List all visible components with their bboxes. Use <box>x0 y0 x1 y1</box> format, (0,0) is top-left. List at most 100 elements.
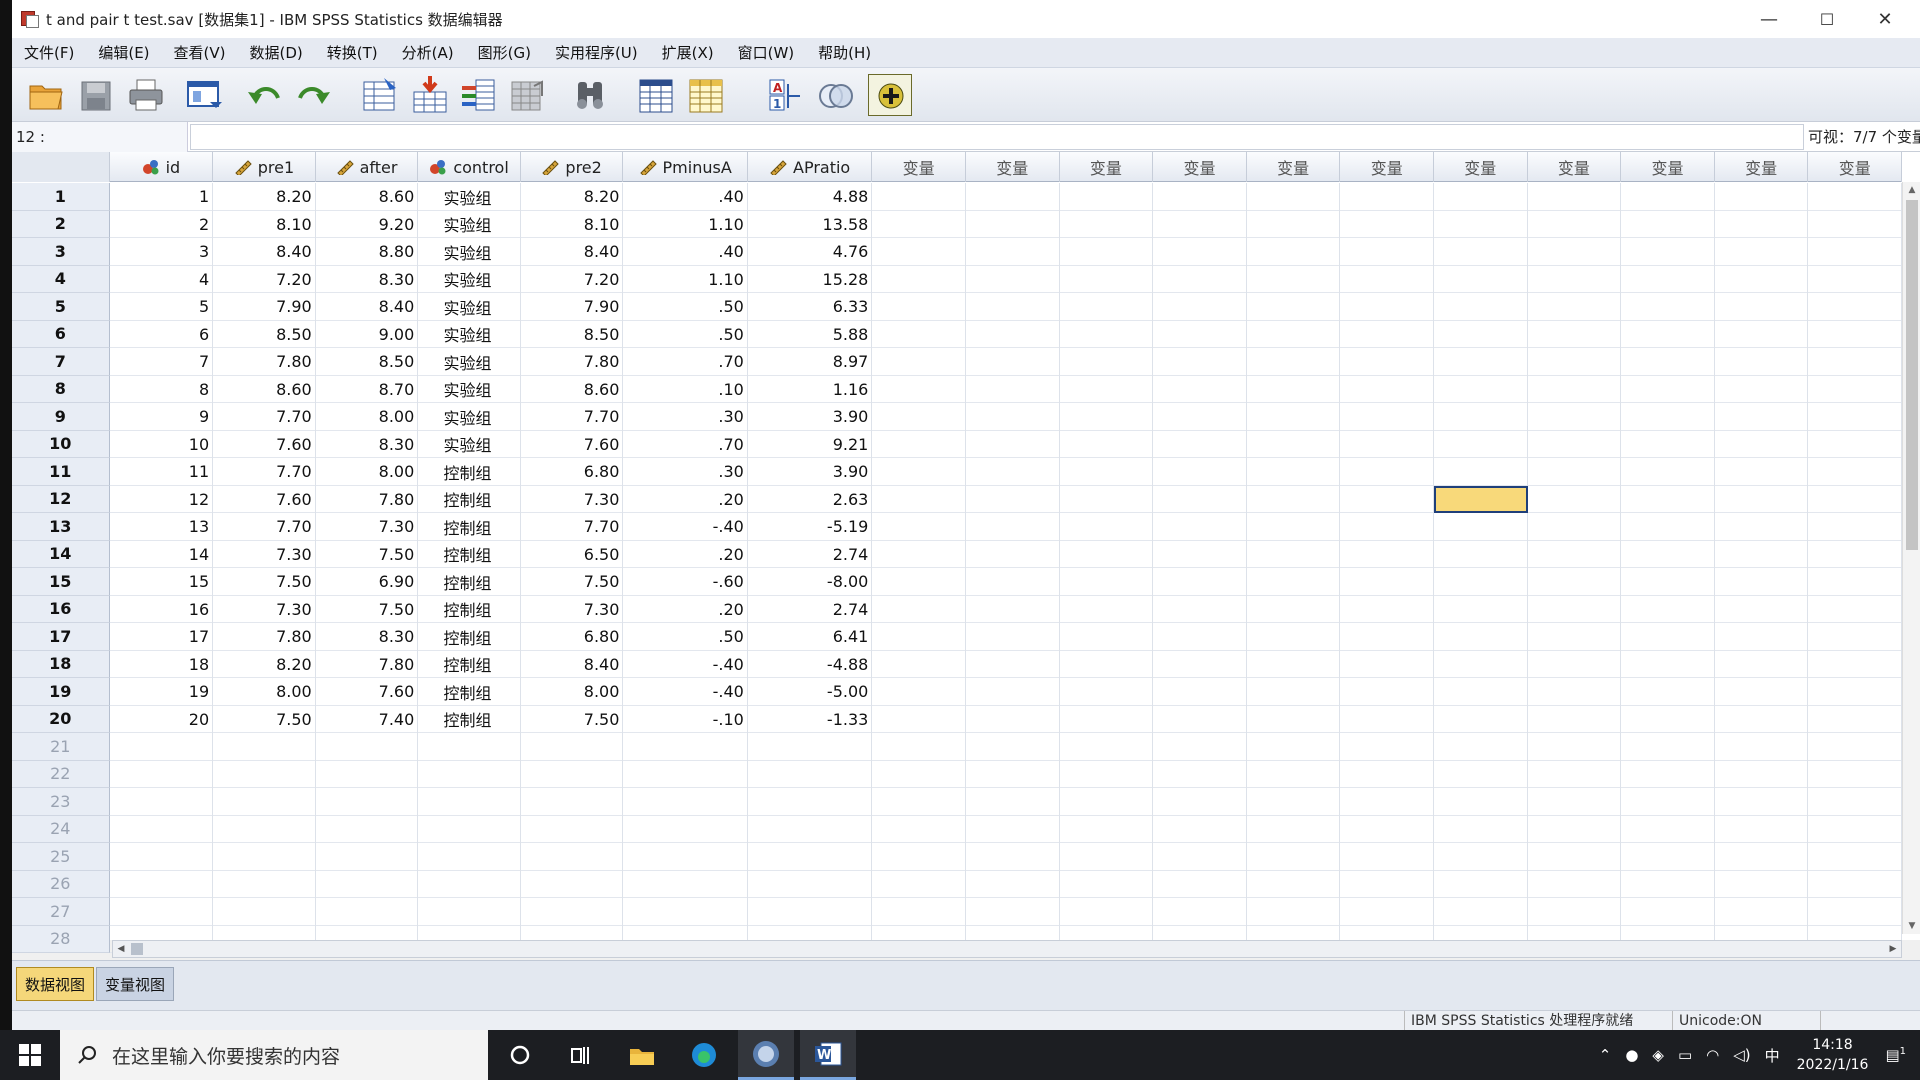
empty-cell[interactable] <box>1434 375 1528 403</box>
data-cell[interactable]: 6.33 <box>748 293 873 321</box>
data-cell[interactable]: 控制组 <box>418 458 521 486</box>
empty-cell[interactable] <box>1060 678 1154 706</box>
data-cell[interactable]: 8.00 <box>316 458 419 486</box>
empty-cell[interactable] <box>872 485 966 513</box>
data-cell[interactable]: 7.70 <box>521 513 624 541</box>
data-cell[interactable]: 11 <box>110 458 214 486</box>
empty-cell[interactable] <box>1715 238 1809 266</box>
empty-cell[interactable] <box>1340 898 1434 926</box>
empty-cell[interactable] <box>1621 650 1715 678</box>
empty-cell[interactable] <box>1340 183 1434 211</box>
data-cell[interactable] <box>213 870 316 898</box>
data-cell[interactable]: 2.74 <box>748 540 873 568</box>
data-cell[interactable]: 7.70 <box>213 513 316 541</box>
data-cell[interactable]: 8.60 <box>521 375 624 403</box>
empty-cell[interactable] <box>1434 513 1528 541</box>
row-header[interactable]: 17 <box>12 623 110 651</box>
empty-cell[interactable] <box>1621 733 1715 761</box>
empty-cell[interactable] <box>1715 733 1809 761</box>
data-cell[interactable] <box>110 843 214 871</box>
empty-column-header[interactable]: 变量 <box>1340 152 1434 182</box>
data-cell[interactable]: .70 <box>623 348 748 376</box>
data-cell[interactable]: 7.50 <box>316 595 419 623</box>
empty-cell[interactable] <box>1621 843 1715 871</box>
empty-cell[interactable] <box>1247 705 1341 733</box>
notification-center-icon[interactable]: ▤1 <box>1885 1046 1906 1064</box>
data-cell[interactable]: -.40 <box>623 650 748 678</box>
empty-cell[interactable] <box>966 183 1060 211</box>
data-cell[interactable]: 7.60 <box>213 485 316 513</box>
show-hidden-icons-icon[interactable]: ⌃ <box>1599 1046 1612 1064</box>
empty-cell[interactable] <box>1153 760 1247 788</box>
security-shield-icon[interactable]: ◈ <box>1652 1046 1664 1064</box>
empty-cell[interactable] <box>1808 760 1903 788</box>
empty-cell[interactable] <box>1808 870 1903 898</box>
data-cell[interactable] <box>213 788 316 816</box>
data-cell[interactable]: 10 <box>110 430 214 458</box>
row-header[interactable]: 22 <box>12 760 110 788</box>
edge-browser-icon[interactable] <box>676 1030 732 1080</box>
data-cell[interactable] <box>316 788 419 816</box>
empty-cell[interactable] <box>1528 293 1622 321</box>
data-cell[interactable]: 8.40 <box>316 293 419 321</box>
variables-icon[interactable] <box>456 74 500 116</box>
empty-cell[interactable] <box>1247 485 1341 513</box>
empty-cell[interactable] <box>1247 403 1341 431</box>
data-cell[interactable]: 8.80 <box>316 238 419 266</box>
empty-cell[interactable] <box>1434 210 1528 238</box>
empty-cell[interactable] <box>1808 183 1903 211</box>
data-cell[interactable]: 6.41 <box>748 623 873 651</box>
data-cell[interactable] <box>748 870 873 898</box>
empty-cell[interactable] <box>1340 238 1434 266</box>
data-cell[interactable] <box>418 898 521 926</box>
redo-icon[interactable] <box>292 74 336 116</box>
data-cell[interactable]: 8.50 <box>521 320 624 348</box>
data-cell[interactable]: -1.33 <box>748 705 873 733</box>
empty-cell[interactable] <box>1434 430 1528 458</box>
data-cell[interactable]: 8.20 <box>213 650 316 678</box>
empty-cell[interactable] <box>1808 788 1903 816</box>
data-cell[interactable] <box>748 843 873 871</box>
file-explorer-icon[interactable] <box>614 1030 670 1080</box>
empty-cell[interactable] <box>872 238 966 266</box>
data-cell[interactable]: .30 <box>623 403 748 431</box>
empty-cell[interactable] <box>1621 788 1715 816</box>
row-header[interactable]: 27 <box>12 898 110 926</box>
data-cell[interactable]: .50 <box>623 293 748 321</box>
empty-cell[interactable] <box>1808 458 1903 486</box>
empty-cell[interactable] <box>1340 540 1434 568</box>
empty-cell[interactable] <box>872 293 966 321</box>
data-cell[interactable]: 3 <box>110 238 214 266</box>
data-cell[interactable]: 7.50 <box>521 705 624 733</box>
data-cell[interactable]: 控制组 <box>418 623 521 651</box>
data-cell[interactable]: 17 <box>110 623 214 651</box>
menu-item-6[interactable]: 图形(G) <box>466 38 543 68</box>
taskbar-clock[interactable]: 14:18 2022/1/16 <box>1797 1035 1869 1075</box>
data-cell[interactable]: 7.30 <box>521 485 624 513</box>
data-cell[interactable] <box>110 760 214 788</box>
empty-cell[interactable] <box>1621 595 1715 623</box>
empty-cell[interactable] <box>966 513 1060 541</box>
empty-cell[interactable] <box>1060 375 1154 403</box>
menu-item-5[interactable]: 分析(A) <box>390 38 466 68</box>
data-cell[interactable] <box>623 788 748 816</box>
data-cell[interactable]: 8.97 <box>748 348 873 376</box>
empty-cell[interactable] <box>966 843 1060 871</box>
empty-column-header[interactable]: 变量 <box>1434 152 1528 182</box>
empty-cell[interactable] <box>1808 293 1903 321</box>
scroll-up-icon[interactable]: ▲ <box>1903 182 1920 198</box>
data-cell[interactable]: 控制组 <box>418 595 521 623</box>
empty-cell[interactable] <box>1434 540 1528 568</box>
data-cell[interactable]: 7.90 <box>521 293 624 321</box>
data-cell[interactable]: 7.50 <box>521 568 624 596</box>
empty-cell[interactable] <box>1247 320 1341 348</box>
empty-cell[interactable] <box>872 788 966 816</box>
empty-cell[interactable] <box>1808 403 1903 431</box>
empty-cell[interactable] <box>872 403 966 431</box>
empty-cell[interactable] <box>1060 238 1154 266</box>
empty-cell[interactable] <box>966 293 1060 321</box>
data-cell[interactable] <box>623 870 748 898</box>
taskbar-search-box[interactable]: 在这里输入你要搜索的内容 <box>60 1030 488 1080</box>
data-cell[interactable]: 8.10 <box>213 210 316 238</box>
row-header[interactable]: 1 <box>12 183 110 211</box>
